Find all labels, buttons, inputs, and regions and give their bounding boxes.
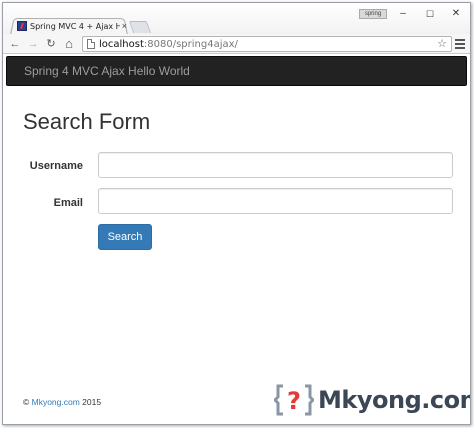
search-button[interactable]: Search bbox=[98, 224, 152, 250]
username-input[interactable] bbox=[98, 152, 453, 178]
home-icon[interactable]: ⌂ bbox=[61, 36, 77, 52]
tab-title: Spring MVC 4 + Ajax Hello World bbox=[30, 21, 120, 31]
minimize-button[interactable]: – bbox=[391, 6, 415, 22]
browser-tab-content[interactable]: Spring MVC 4 + Ajax Hello World × bbox=[17, 19, 127, 33]
username-label: Username bbox=[29, 160, 83, 172]
footer: © Mkyong.com 2015 bbox=[23, 397, 101, 407]
mkyong-logo: ? Mkyong.com bbox=[274, 383, 471, 417]
browser-window: Spring MVC 4 + Ajax Hello World × spring… bbox=[2, 2, 471, 425]
email-input[interactable] bbox=[98, 188, 453, 214]
top-navbar: Spring 4 MVC Ajax Hello World bbox=[6, 56, 467, 86]
reload-icon[interactable]: ↻ bbox=[43, 36, 59, 52]
browser-menu-icon[interactable] bbox=[455, 39, 465, 49]
maximize-button[interactable]: ☐ bbox=[418, 6, 442, 22]
email-label: Email bbox=[53, 197, 83, 209]
page-icon bbox=[87, 39, 95, 49]
favicon-icon bbox=[17, 21, 27, 31]
back-arrow-icon[interactable]: ← bbox=[7, 36, 23, 52]
page-viewport: Spring 4 MVC Ajax Hello World Search For… bbox=[3, 55, 471, 424]
mkyong-logo-icon: ? bbox=[274, 384, 314, 416]
browser-toolbar: ← → ↻ ⌂ localhost :8080/spring4ajax/ ☆ bbox=[3, 34, 470, 54]
close-window-button[interactable]: ✕ bbox=[444, 6, 468, 22]
footer-link[interactable]: Mkyong.com bbox=[32, 397, 80, 407]
tab-close-icon[interactable]: × bbox=[122, 21, 127, 31]
footer-copyright: © bbox=[23, 397, 32, 407]
logo-text: Mkyong.com bbox=[318, 386, 471, 414]
new-tab-button[interactable] bbox=[128, 21, 152, 33]
page-title: Search Form bbox=[23, 109, 151, 134]
url-host: localhost bbox=[99, 38, 144, 50]
address-bar[interactable]: localhost :8080/spring4ajax/ ☆ bbox=[82, 36, 452, 52]
title-bar: Spring MVC 4 + Ajax Hello World × spring… bbox=[3, 3, 470, 35]
bookmark-star-icon[interactable]: ☆ bbox=[437, 37, 447, 52]
profile-badge[interactable]: spring bbox=[359, 9, 387, 19]
logo-question-mark: ? bbox=[287, 387, 301, 415]
navbar-brand[interactable]: Spring 4 MVC Ajax Hello World bbox=[24, 64, 190, 78]
url-path: :8080/spring4ajax/ bbox=[143, 38, 238, 50]
footer-year: 2015 bbox=[79, 397, 102, 407]
forward-arrow-icon[interactable]: → bbox=[25, 36, 41, 52]
